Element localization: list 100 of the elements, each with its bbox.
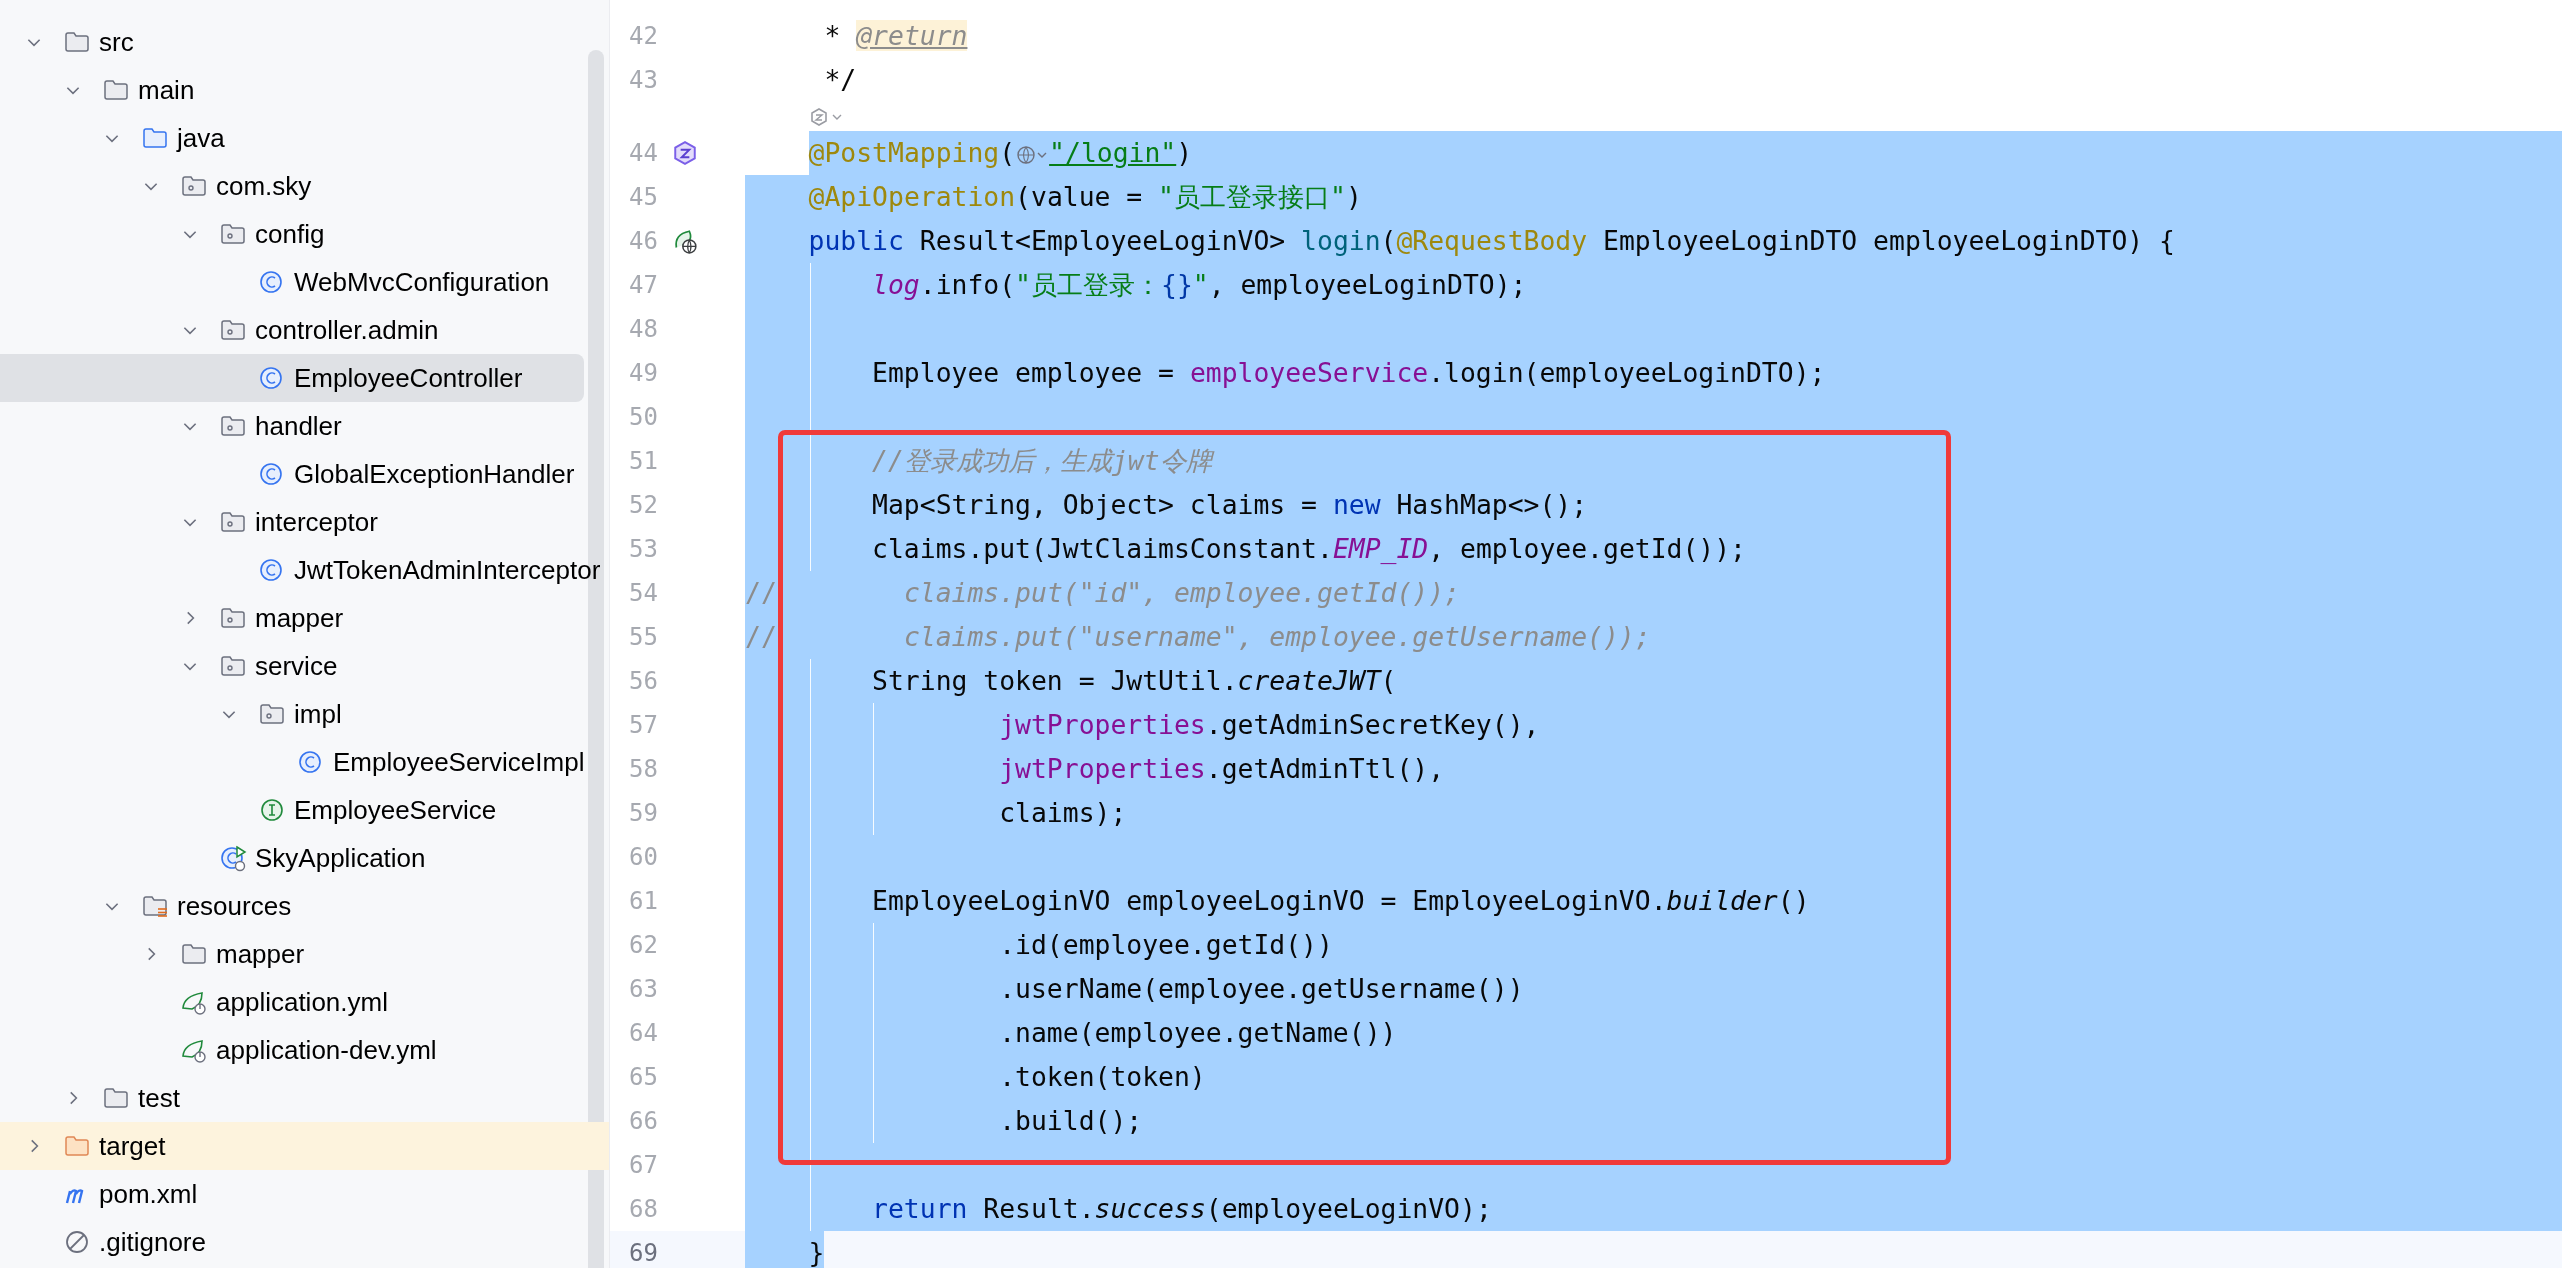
tree-item-label: WebMvcConfiguration <box>294 266 551 298</box>
tree-item[interactable]: EmployeeService <box>0 786 584 834</box>
tree-item-label: controller.admin <box>255 314 440 346</box>
tree-item-label: com.sky <box>216 170 313 202</box>
tree-item-label: application-dev.yml <box>216 1034 438 1066</box>
line-number: 49 <box>628 359 658 388</box>
tree-item[interactable]: target <box>0 1122 609 1170</box>
code-line: claims.put(JwtClaimsConstant.EMP_ID, employee.getId()); <box>872 535 1746 564</box>
tree-item[interactable]: com.sky <box>0 162 584 210</box>
line-number: 68 <box>628 1195 658 1224</box>
code-line: // claims.put("username", employee.getUsername()); <box>745 623 1651 652</box>
code-line: * @return <box>824 22 968 50</box>
tree-item-label: mapper <box>216 938 306 970</box>
tree-item[interactable]: EmployeeServiceImpl <box>0 738 587 786</box>
line-number: 59 <box>628 799 658 828</box>
line-number: 66 <box>628 1107 658 1136</box>
tree-item[interactable]: main <box>0 66 584 114</box>
tree-item-label: config <box>255 218 326 250</box>
code-line: .build(); <box>999 1107 1143 1136</box>
code-line: .id(employee.getId()) <box>999 931 1333 960</box>
tree-item[interactable]: java <box>0 114 584 162</box>
code-line: */ <box>824 66 857 94</box>
tree-item[interactable]: application-dev.yml <box>0 1026 584 1074</box>
tree-item[interactable]: service <box>0 642 584 690</box>
tree-item[interactable]: test <box>0 1074 584 1122</box>
tree-item[interactable]: mapper <box>0 594 584 642</box>
tree-item[interactable]: SkyApplication <box>0 834 584 882</box>
line-number: 48 <box>628 315 658 344</box>
tree-item-label: target <box>99 1130 167 1162</box>
tree-item-label: impl <box>294 698 343 730</box>
tree-item-label: SkyApplication <box>255 842 427 874</box>
line-number: 57 <box>628 711 658 740</box>
ignore-icon <box>63 1228 91 1256</box>
code-line: EmployeeLoginVO employeeLoginVO = EmployeeLoginVO.builder() <box>872 887 1810 916</box>
code-line: // claims.put("id", employee.getId()); <box>745 579 1460 608</box>
tree-item-label: src <box>99 26 135 58</box>
line-number: 52 <box>628 491 658 520</box>
line-number: 42 <box>628 22 658 50</box>
tree-item-label: mapper <box>255 602 345 634</box>
tree-item-label: test <box>138 1082 181 1114</box>
line-number: 50 <box>628 403 658 432</box>
line-number: 63 <box>628 975 658 1004</box>
line-number: 55 <box>628 623 658 652</box>
tree-item-label: service <box>255 650 339 682</box>
tree-item[interactable]: impl <box>0 690 584 738</box>
code-line: @ApiOperation(value = "员工登录接口") <box>808 183 1362 212</box>
line-number: 53 <box>628 535 658 564</box>
run-class-icon <box>219 844 247 872</box>
tree-item-label: .gitignore <box>99 1226 207 1258</box>
tree-item[interactable]: pom.xml <box>0 1170 584 1218</box>
tree-item-label: JwtTokenAdminInterceptor <box>294 554 602 586</box>
tree-item-label: interceptor <box>255 506 379 538</box>
tree-item[interactable]: resources <box>0 882 584 930</box>
line-number: 60 <box>628 843 658 872</box>
tree-item[interactable]: interceptor <box>0 498 584 546</box>
tree-item-label: handler <box>255 410 343 442</box>
code-line: .token(token) <box>999 1063 1206 1092</box>
web-endpoint-icon[interactable] <box>672 228 698 255</box>
tree-item-label: resources <box>177 890 293 922</box>
line-number: 69 <box>628 1239 658 1268</box>
tree-item[interactable]: GlobalExceptionHandler <box>0 450 584 498</box>
tree-item-label: application.yml <box>216 986 389 1018</box>
code-line: public Result<EmployeeLoginVO> login(@RequestBody EmployeeLoginDTO employeeLoginDTO) { <box>808 227 2175 256</box>
tree-item[interactable]: handler <box>0 402 584 450</box>
tree-item-label: EmployeeController <box>294 362 524 394</box>
line-number: 67 <box>628 1151 658 1180</box>
line-number: 64 <box>628 1019 658 1048</box>
code-line: claims); <box>999 799 1127 828</box>
code-line: jwtProperties.getAdminTtl(), <box>999 755 1445 784</box>
code-line: return Result.success(employeeLoginVO); <box>872 1195 1492 1224</box>
tree-item[interactable]: src <box>0 18 584 66</box>
line-number: 43 <box>628 66 658 94</box>
code-line: @PostMapping( "/login") <box>808 139 1193 168</box>
tree-item-label: EmployeeService <box>294 794 498 826</box>
code-line: Map<String, Object> claims = new HashMap<>(); <box>872 491 1588 520</box>
tree-item[interactable]: config <box>0 210 584 258</box>
code-line: jwtProperties.getAdminSecretKey(), <box>999 711 1540 740</box>
line-number: 65 <box>628 1063 658 1092</box>
tree-item-label: java <box>177 122 226 154</box>
tree-item[interactable]: EmployeeController <box>0 354 584 402</box>
tree-item-label: GlobalExceptionHandler <box>294 458 576 490</box>
line-number: 51 <box>628 447 658 476</box>
endpoint-icon[interactable] <box>672 140 698 167</box>
tree-item[interactable]: application.yml <box>0 978 584 1026</box>
tree-item[interactable]: WebMvcConfiguration <box>0 258 584 306</box>
tree-item-label: main <box>138 74 196 106</box>
line-number: 46 <box>628 227 658 256</box>
tree-item[interactable]: JwtTokenAdminInterceptor <box>0 546 603 594</box>
interface-icon <box>258 796 286 824</box>
code-line: Employee employee = employeeService.login(employeeLoginDTO); <box>872 359 1826 388</box>
code-line: } <box>808 1239 825 1268</box>
code-line: .userName(employee.getUsername()) <box>999 975 1524 1004</box>
line-number: 58 <box>628 755 658 784</box>
line-number: 45 <box>628 183 658 212</box>
tree-item[interactable]: controller.admin <box>0 306 584 354</box>
tree-item[interactable]: .gitignore <box>0 1218 584 1266</box>
tree-item[interactable]: mapper <box>0 930 584 978</box>
code-line: log.info("员工登录：{}", employeeLoginDTO); <box>872 271 1527 300</box>
tree-item-label: EmployeeServiceImpl <box>333 746 586 778</box>
tree-item-label: pom.xml <box>99 1178 199 1210</box>
